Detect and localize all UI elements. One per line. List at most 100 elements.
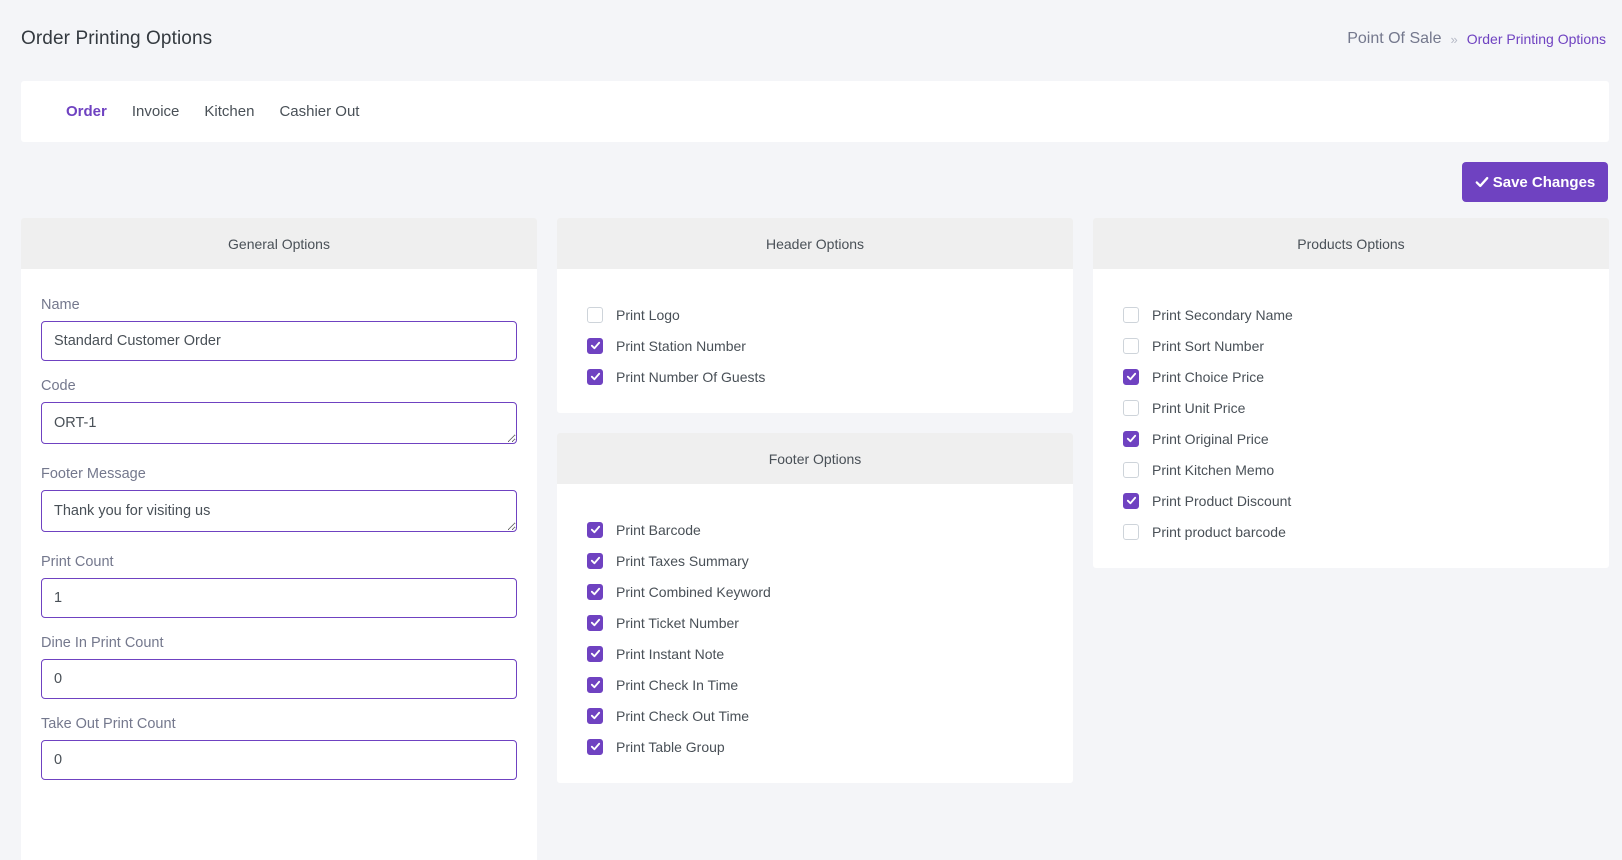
checkmark-icon <box>1126 434 1136 443</box>
breadcrumb-current: Order Printing Options <box>1466 31 1606 47</box>
footer-options-item-print-instant-note[interactable]: Print Instant Note <box>587 638 1043 669</box>
breadcrumb: Point Of Sale » Order Printing Options <box>1347 30 1606 48</box>
tab-bar: Order Invoice Kitchen Cashier Out <box>21 81 1609 142</box>
checkmark-icon <box>590 711 600 720</box>
save-changes-label: Save Changes <box>1492 173 1596 191</box>
print-choice-price-checkbox[interactable] <box>1123 368 1139 385</box>
page-header: Order Printing Options Point Of Sale » O… <box>21 24 1606 54</box>
print-original-price-label: Print Original Price <box>1152 430 1269 447</box>
products-options-title: Products Options <box>1093 218 1609 269</box>
checkmark-icon <box>590 742 600 751</box>
products-options-item-print-secondary-name[interactable]: Print Secondary Name <box>1123 299 1579 330</box>
name-field-group: Name <box>41 297 517 361</box>
print-sort-number-checkbox[interactable] <box>1123 337 1139 354</box>
print-combined-keyword-label: Print Combined Keyword <box>616 583 771 600</box>
print-combined-keyword-checkbox[interactable] <box>587 583 603 600</box>
print-number-of-guests-checkbox[interactable] <box>587 368 603 385</box>
print-logo-label: Print Logo <box>616 306 680 323</box>
save-changes-button[interactable]: Save Changes <box>1462 162 1608 202</box>
footer-options-item-print-ticket-number[interactable]: Print Ticket Number <box>587 607 1043 638</box>
products-options-item-print-unit-price[interactable]: Print Unit Price <box>1123 392 1579 423</box>
print-sort-number-label: Print Sort Number <box>1152 337 1265 354</box>
print-logo-checkbox[interactable] <box>587 306 603 323</box>
name-input[interactable] <box>41 321 517 361</box>
print-station-number-label: Print Station Number <box>616 337 746 354</box>
print-barcode-label: Print Barcode <box>616 521 701 538</box>
code-field-group: Code ORT-1 <box>41 378 517 449</box>
products-options-item-print-kitchen-memo[interactable]: Print Kitchen Memo <box>1123 454 1579 485</box>
footer-options-item-print-barcode[interactable]: Print Barcode <box>587 514 1043 545</box>
print-secondary-name-checkbox[interactable] <box>1123 306 1139 323</box>
general-options-card: General Options Name Code ORT-1 Footer M… <box>21 218 537 860</box>
print-product-discount-checkbox[interactable] <box>1123 492 1139 509</box>
checkmark-icon <box>590 372 600 381</box>
code-textarea[interactable]: ORT-1 <box>41 402 517 444</box>
page-title: Order Printing Options <box>21 28 213 49</box>
footer-options-item-print-check-in-time[interactable]: Print Check In Time <box>587 669 1043 700</box>
print-station-number-checkbox[interactable] <box>587 337 603 354</box>
print-product-barcode-label: Print product barcode <box>1152 523 1286 540</box>
tab-cashier-out[interactable]: Cashier Out <box>279 103 359 120</box>
products-options-item-print-original-price[interactable]: Print Original Price <box>1123 423 1579 454</box>
checkmark-icon <box>590 525 600 534</box>
footer-options-item-print-taxes-summary[interactable]: Print Taxes Summary <box>587 545 1043 576</box>
take-out-print-count-input[interactable] <box>41 740 517 780</box>
tab-kitchen[interactable]: Kitchen <box>204 103 254 120</box>
take-out-print-count-label: Take Out Print Count <box>41 716 176 732</box>
print-product-barcode-checkbox[interactable] <box>1123 523 1139 540</box>
print-check-out-time-checkbox[interactable] <box>587 707 603 724</box>
footer-message-field-group: Footer Message Thank you for visiting us <box>41 466 517 537</box>
breadcrumb-point-of-sale[interactable]: Point Of Sale <box>1347 30 1441 48</box>
checkmark-icon <box>590 649 600 658</box>
footer-options-item-print-combined-keyword[interactable]: Print Combined Keyword <box>587 576 1043 607</box>
header-options-title: Header Options <box>557 218 1073 269</box>
tab-order[interactable]: Order <box>66 103 107 120</box>
print-choice-price-label: Print Choice Price <box>1152 368 1265 385</box>
footer-options-item-print-check-out-time[interactable]: Print Check Out Time <box>587 700 1043 731</box>
products-options-item-print-product-barcode[interactable]: Print product barcode <box>1123 516 1579 547</box>
footer-options-item-print-table-group[interactable]: Print Table Group <box>587 731 1043 762</box>
footer-message-textarea[interactable]: Thank you for visiting us <box>41 490 517 532</box>
print-taxes-summary-label: Print Taxes Summary <box>616 552 749 569</box>
check-icon <box>1475 176 1489 188</box>
print-kitchen-memo-checkbox[interactable] <box>1123 461 1139 478</box>
header-options-item-print-station-number[interactable]: Print Station Number <box>587 330 1043 361</box>
footer-message-label: Footer Message <box>41 466 146 482</box>
print-ticket-number-checkbox[interactable] <box>587 614 603 631</box>
products-options-card: Products Options Print Secondary Name Pri… <box>1093 218 1609 568</box>
print-kitchen-memo-label: Print Kitchen Memo <box>1152 461 1275 478</box>
print-table-group-checkbox[interactable] <box>587 738 603 755</box>
print-count-input[interactable] <box>41 578 517 618</box>
dine-in-print-count-field-group: Dine In Print Count <box>41 635 517 699</box>
checkmark-icon <box>590 341 600 350</box>
print-number-of-guests-label: Print Number Of Guests <box>616 368 766 385</box>
dine-in-print-count-input[interactable] <box>41 659 517 699</box>
products-options-item-print-sort-number[interactable]: Print Sort Number <box>1123 330 1579 361</box>
tab-invoice[interactable]: Invoice <box>132 103 180 120</box>
general-options-title: General Options <box>21 218 537 269</box>
checkmark-icon <box>590 680 600 689</box>
checkmark-icon <box>590 556 600 565</box>
print-taxes-summary-checkbox[interactable] <box>587 552 603 569</box>
print-barcode-checkbox[interactable] <box>587 521 603 538</box>
products-options-item-print-product-discount[interactable]: Print Product Discount <box>1123 485 1579 516</box>
header-options-item-print-number-of-guests[interactable]: Print Number Of Guests <box>587 361 1043 392</box>
products-options-item-print-choice-price[interactable]: Print Choice Price <box>1123 361 1579 392</box>
print-table-group-label: Print Table Group <box>616 738 725 755</box>
print-secondary-name-label: Print Secondary Name <box>1152 306 1293 323</box>
name-label: Name <box>41 297 80 313</box>
checkmark-icon <box>590 587 600 596</box>
print-unit-price-checkbox[interactable] <box>1123 399 1139 416</box>
print-check-in-time-checkbox[interactable] <box>587 676 603 693</box>
print-original-price-checkbox[interactable] <box>1123 430 1139 447</box>
print-check-in-time-label: Print Check In Time <box>616 676 739 693</box>
print-check-out-time-label: Print Check Out Time <box>616 707 750 724</box>
take-out-print-count-field-group: Take Out Print Count <box>41 716 517 780</box>
header-options-card: Header Options Print Logo Print Station N… <box>557 218 1073 413</box>
print-instant-note-checkbox[interactable] <box>587 645 603 662</box>
header-options-item-print-logo[interactable]: Print Logo <box>587 299 1043 330</box>
print-ticket-number-label: Print Ticket Number <box>616 614 739 631</box>
checkmark-icon <box>590 618 600 627</box>
code-label: Code <box>41 378 76 394</box>
footer-options-card: Footer Options Print Barcode Print Taxes … <box>557 433 1073 783</box>
